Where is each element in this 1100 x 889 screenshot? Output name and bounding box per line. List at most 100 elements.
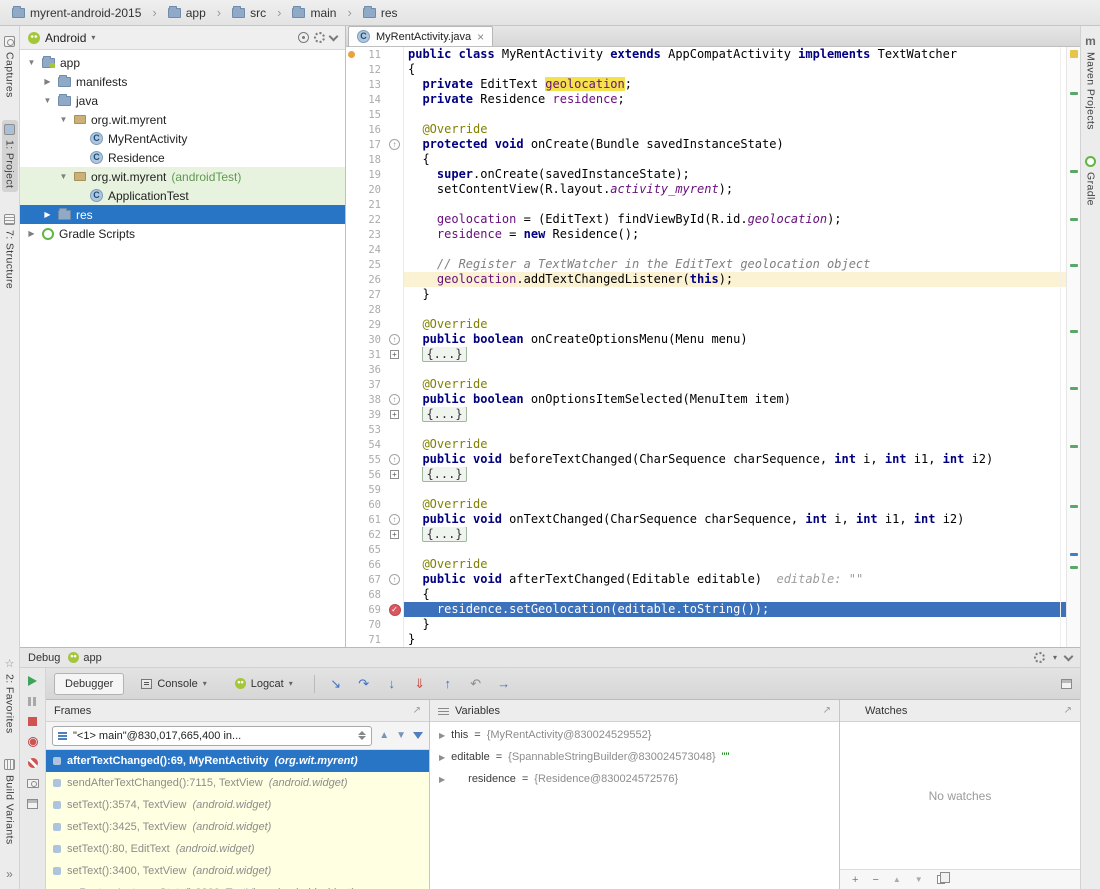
project-view-selector[interactable]: Android: [45, 31, 86, 45]
line-number[interactable]: 22: [356, 214, 386, 226]
error-stripe[interactable]: [1066, 47, 1080, 647]
code-line-37[interactable]: 37 @Override: [346, 377, 1066, 392]
line-number[interactable]: 69: [356, 604, 386, 616]
thread-dump-icon[interactable]: [27, 779, 39, 788]
scroll-from-source-icon[interactable]: [298, 32, 309, 43]
chevron-down-icon[interactable]: ▾: [91, 33, 95, 42]
float-panel-icon[interactable]: ↗: [413, 705, 421, 716]
code-line-54[interactable]: 54 @Override: [346, 437, 1066, 452]
code-line-18[interactable]: 18 {: [346, 152, 1066, 167]
float-panel-icon[interactable]: ↗: [1064, 705, 1072, 716]
code-editor[interactable]: 11public class MyRentActivity extends Ap…: [346, 47, 1066, 647]
float-panel-icon[interactable]: ↗: [823, 705, 831, 716]
code-line-60[interactable]: 60 @Override: [346, 497, 1066, 512]
tree-item-applicationtest[interactable]: CApplicationTest: [20, 186, 345, 205]
line-number[interactable]: 11: [356, 49, 386, 61]
code-line-17[interactable]: 17↑ protected void onCreate(Bundle saved…: [346, 137, 1066, 152]
tree-collapsed-arrow[interactable]: ▶: [42, 77, 53, 86]
stripe-mark[interactable]: [1070, 505, 1078, 508]
tool-button-captures[interactable]: Captures: [2, 32, 18, 102]
hide-panel-icon[interactable]: [329, 31, 339, 41]
line-number[interactable]: 31: [356, 349, 386, 361]
code-line-22[interactable]: 22 geolocation = (EditText) findViewById…: [346, 212, 1066, 227]
code-line-70[interactable]: 70 }: [346, 617, 1066, 632]
tool-button-build-variants[interactable]: Build Variants: [2, 755, 18, 849]
code-line-69[interactable]: 69✓ residence.setGeolocation(editable.to…: [346, 602, 1066, 617]
code-line-39[interactable]: 39+ {...}: [346, 407, 1066, 422]
frame-row[interactable]: setText():3425, TextView (android.widget…: [46, 816, 429, 838]
tool-button-gradle[interactable]: Gradle: [1083, 152, 1099, 210]
override-method-icon[interactable]: ↑: [389, 514, 400, 525]
tree-item-app[interactable]: ▼app: [20, 53, 345, 72]
stripe-mark[interactable]: [1070, 553, 1078, 556]
override-method-icon[interactable]: ↑: [389, 454, 400, 465]
editor-tab[interactable]: C MyRentActivity.java ×: [348, 26, 493, 46]
line-number[interactable]: 71: [356, 634, 386, 646]
variable-row-editable[interactable]: ▶editable = {SpannableStringBuilder@8300…: [430, 746, 839, 768]
previous-frame-icon[interactable]: ▲: [379, 730, 389, 741]
tree-item-res[interactable]: ▶res: [20, 205, 345, 224]
code-line-38[interactable]: 38↑ public boolean onOptionsItemSelected…: [346, 392, 1066, 407]
line-number[interactable]: 37: [356, 379, 386, 391]
line-number[interactable]: 20: [356, 184, 386, 196]
tree-collapsed-arrow[interactable]: ▶: [42, 210, 53, 219]
stripe-mark[interactable]: [1070, 170, 1078, 173]
show-execution-point-icon[interactable]: ↘: [325, 676, 347, 692]
tree-item-java[interactable]: ▼java: [20, 91, 345, 110]
tree-expanded-arrow[interactable]: ▼: [42, 96, 53, 105]
tab-console[interactable]: Console▾: [130, 673, 217, 695]
stripe-mark[interactable]: [1070, 445, 1078, 448]
folded-region[interactable]: {...}: [422, 527, 466, 542]
code-line-27[interactable]: 27 }: [346, 287, 1066, 302]
line-number[interactable]: 27: [356, 289, 386, 301]
frame-row[interactable]: afterTextChanged():69, MyRentActivity (o…: [46, 750, 429, 772]
fold-expand-icon[interactable]: +: [390, 410, 399, 419]
step-out-icon[interactable]: ↑: [437, 676, 459, 692]
breadcrumb-item-main[interactable]: main: [288, 4, 340, 22]
line-number[interactable]: 66: [356, 559, 386, 571]
tree-expanded-arrow[interactable]: ▼: [58, 172, 69, 181]
tool-button-2-favorites[interactable]: ☆2: Favorites: [2, 655, 18, 738]
code-line-15[interactable]: 15: [346, 107, 1066, 122]
folded-region[interactable]: {...}: [422, 407, 466, 422]
line-number[interactable]: 60: [356, 499, 386, 511]
code-line-68[interactable]: 68 {: [346, 587, 1066, 602]
line-number[interactable]: 62: [356, 529, 386, 541]
line-number[interactable]: 29: [356, 319, 386, 331]
restore-layout-icon[interactable]: [27, 799, 38, 809]
tree-expanded-arrow[interactable]: ▼: [58, 115, 69, 124]
code-line-14[interactable]: 14 private Residence residence;: [346, 92, 1066, 107]
line-number[interactable]: 67: [356, 574, 386, 586]
code-line-62[interactable]: 62+ {...}: [346, 527, 1066, 542]
code-line-66[interactable]: 66 @Override: [346, 557, 1066, 572]
run-configuration-chip[interactable]: app: [68, 652, 101, 664]
inspection-status-indicator[interactable]: [1070, 50, 1078, 58]
code-line-61[interactable]: 61↑ public void onTextChanged(CharSequen…: [346, 512, 1066, 527]
code-line-53[interactable]: 53: [346, 422, 1066, 437]
code-line-24[interactable]: 24: [346, 242, 1066, 257]
code-line-30[interactable]: 30↑ public boolean onCreateOptionsMenu(M…: [346, 332, 1066, 347]
tree-item-myrentactivity[interactable]: CMyRentActivity: [20, 129, 345, 148]
tool-button-1-project[interactable]: 1: Project: [2, 120, 18, 192]
pause-icon[interactable]: [28, 697, 37, 706]
breakpoint-icon[interactable]: ✓: [389, 604, 401, 616]
tree-item-manifests[interactable]: ▶manifests: [20, 72, 345, 91]
fold-expand-icon[interactable]: +: [390, 470, 399, 479]
restore-layout-icon[interactable]: [1061, 679, 1072, 689]
code-line-23[interactable]: 23 residence = new Residence();: [346, 227, 1066, 242]
fold-expand-icon[interactable]: +: [390, 350, 399, 359]
line-number[interactable]: 14: [356, 94, 386, 106]
chevron-down-icon[interactable]: ▾: [289, 679, 293, 688]
line-number[interactable]: 19: [356, 169, 386, 181]
thread-selector[interactable]: "<1> main"@830,017,665,400 in...: [52, 726, 372, 746]
frame-row[interactable]: sendAfterTextChanged():7115, TextView (a…: [46, 772, 429, 794]
settings-gear-icon[interactable]: [314, 32, 325, 43]
line-number[interactable]: 24: [356, 244, 386, 256]
line-number[interactable]: 18: [356, 154, 386, 166]
status-bar-toggle-icon[interactable]: »: [6, 867, 13, 883]
combo-spinner-icon[interactable]: [358, 731, 366, 740]
tree-item-gradle-scripts[interactable]: ▶Gradle Scripts: [20, 224, 345, 243]
next-frame-icon[interactable]: ▼: [396, 730, 406, 741]
line-number[interactable]: 25: [356, 259, 386, 271]
tree-item-residence[interactable]: CResidence: [20, 148, 345, 167]
